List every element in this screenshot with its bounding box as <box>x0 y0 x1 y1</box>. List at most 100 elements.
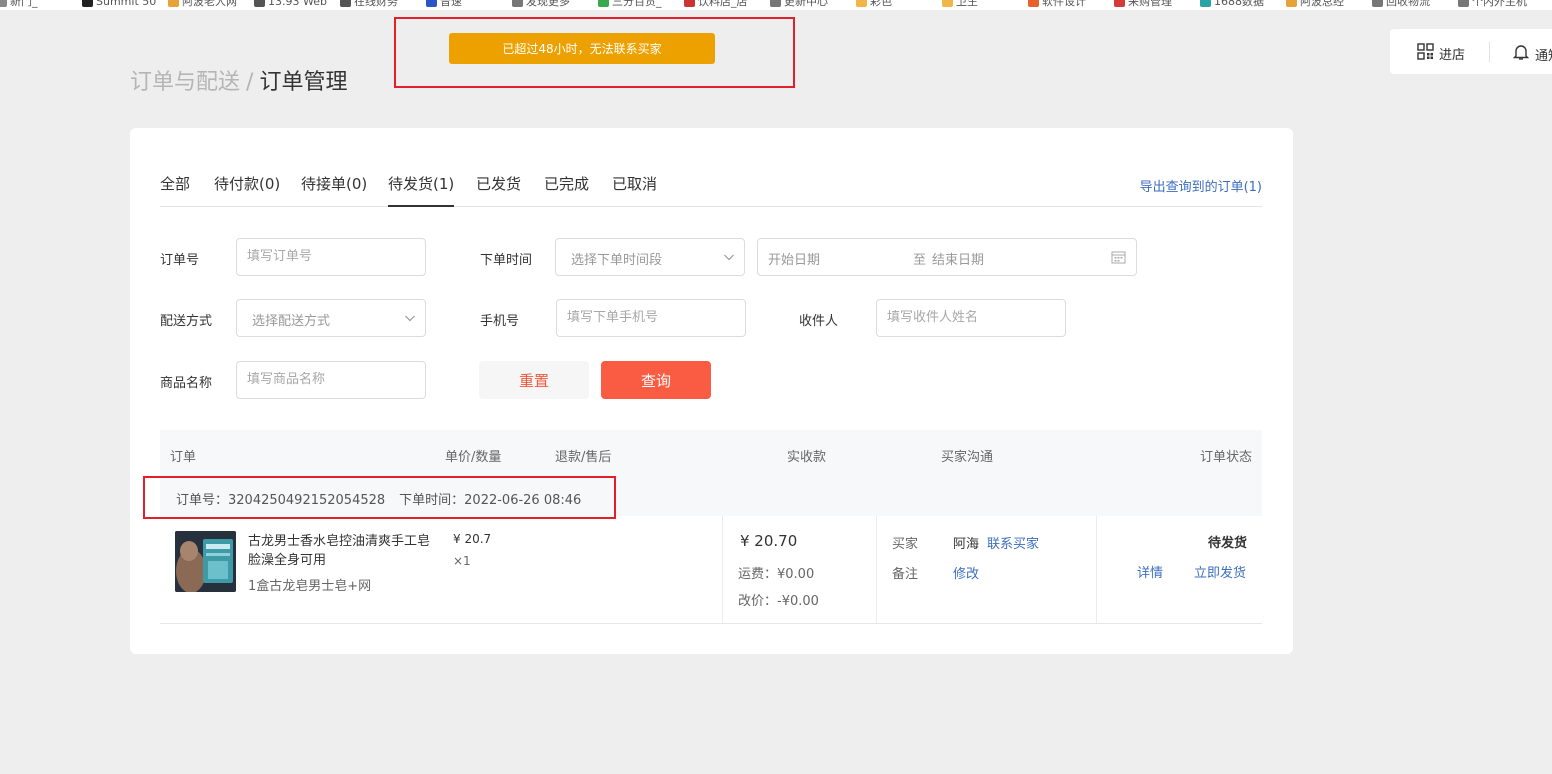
bookmark-item[interactable]: 饮料店_店 <box>684 0 748 8</box>
bookmark-label: 1688数据 <box>1214 0 1264 8</box>
bookmark-item[interactable]: 发现更多 <box>512 0 570 8</box>
date-start[interactable]: 开始日期 <box>768 249 820 268</box>
tab-pending-shipment[interactable]: 待发货(1) <box>388 173 455 207</box>
bookmark-favicon-icon <box>942 0 953 7</box>
tab-pending-payment[interactable]: 待付款(0) <box>214 173 280 194</box>
col-amount: 实收款 <box>787 450 827 465</box>
date-end[interactable]: 结束日期 <box>932 249 984 268</box>
edit-remark-link[interactable]: 修改 <box>953 563 979 582</box>
delivery-label: 配送方式 <box>160 314 213 329</box>
breadcrumb: 订单与配送 / 订单管理 <box>130 64 347 96</box>
bookmark-item[interactable]: 采购管理 <box>1114 0 1172 8</box>
bookmark-label: 三分百货_ <box>612 0 662 8</box>
calendar-icon <box>1111 250 1126 268</box>
tab-shipped[interactable]: 已发货 <box>476 173 521 194</box>
receiver-field[interactable] <box>876 299 1066 337</box>
ship-now-link[interactable]: 立即发货 <box>1194 562 1246 581</box>
bookmark-label: 在线财务 <box>354 0 398 8</box>
bookmark-item[interactable]: 软件设计 <box>1028 0 1086 8</box>
tab-all[interactable]: 全部 <box>160 173 190 194</box>
status-badge: 待发货 <box>1207 536 1247 551</box>
product-name-input[interactable] <box>247 372 399 387</box>
bookmark-label: Summit 50 <box>96 0 157 8</box>
bookmark-favicon-icon <box>770 0 781 7</box>
breadcrumb-separator: / <box>246 70 254 95</box>
bookmark-item[interactable]: 1688数据 <box>1200 0 1264 8</box>
tab-pending-accept[interactable]: 待接单(0) <box>301 173 367 194</box>
bookmark-item[interactable]: 卫生 <box>942 0 978 8</box>
bookmark-item[interactable]: 阿波总经 <box>1286 0 1344 8</box>
bookmark-favicon-icon <box>340 0 351 7</box>
bookmark-item[interactable]: 音速 <box>426 0 462 8</box>
bookmark-favicon-icon <box>1372 0 1383 7</box>
order-no-field[interactable] <box>236 238 426 276</box>
product-thumbnail[interactable] <box>175 531 236 592</box>
unit-price: ¥ 20.7 <box>453 532 492 546</box>
tab-cancelled[interactable]: 已取消 <box>612 173 657 194</box>
enter-store-button[interactable]: 进店 <box>1417 43 1465 64</box>
bookmark-label: 个内外主机 <box>1472 0 1527 8</box>
bookmark-label: 发现更多 <box>526 0 570 8</box>
bookmark-label: 音速 <box>440 0 462 8</box>
date-range-picker[interactable]: 开始日期 至 结束日期 <box>757 238 1137 276</box>
buyer-label: 买家 <box>892 537 919 552</box>
order-no-input[interactable] <box>247 249 399 264</box>
column-divider <box>1096 516 1097 623</box>
toast-message: 已超过48小时，无法联系买家 <box>449 33 715 64</box>
bookmark-item[interactable]: 更新中心 <box>770 0 828 8</box>
bookmark-item[interactable]: 个内外主机 <box>1458 0 1527 8</box>
bookmark-favicon-icon <box>82 0 93 7</box>
phone-field[interactable] <box>556 299 746 337</box>
date-range-separator: 至 <box>913 253 927 268</box>
orders-card: 全部 待付款(0) 待接单(0) 待发货(1) 已发货 已完成 已取消 导出查询… <box>130 128 1293 654</box>
column-divider <box>722 516 723 623</box>
phone-input[interactable] <box>567 310 719 325</box>
product-name-field[interactable] <box>236 361 426 399</box>
delivery-select[interactable]: 选择配送方式 <box>236 299 426 337</box>
buyer-name: 阿海 <box>953 537 980 552</box>
contact-buyer-link[interactable]: 联系买家 <box>987 533 1039 552</box>
bookmark-item[interactable]: 彩色 <box>856 0 892 8</box>
order-detail-link[interactable]: 详情 <box>1137 562 1163 581</box>
bookmark-label: 回收物流 <box>1386 0 1430 8</box>
bookmark-label: 饮料店_店 <box>698 0 748 8</box>
order-time-select[interactable]: 选择下单时间段 <box>555 238 745 276</box>
tab-completed[interactable]: 已完成 <box>544 173 589 194</box>
bookmark-favicon-icon <box>1200 0 1211 7</box>
bookmark-item[interactable]: 新门_ <box>0 0 38 8</box>
bookmark-favicon-icon <box>1286 0 1297 7</box>
shipping-fee: 运费：¥0.00 <box>738 567 815 582</box>
bookmark-item[interactable]: 13.93 Web <box>254 0 327 8</box>
search-button[interactable]: 查询 <box>601 361 711 399</box>
bookmark-favicon-icon <box>512 0 523 7</box>
receiver-input[interactable] <box>887 310 1039 325</box>
breadcrumb-parent[interactable]: 订单与配送 <box>130 70 240 95</box>
export-orders-link[interactable]: 导出查询到的订单(1) <box>1140 176 1262 195</box>
remark-label: 备注 <box>892 567 919 582</box>
order-status-tabs: 全部 待付款(0) 待接单(0) 待发货(1) 已发货 已完成 已取消 导出查询… <box>160 160 1262 207</box>
bookmark-item[interactable]: Summit 50 <box>82 0 156 8</box>
received-amount: ¥ 20.70 <box>740 532 798 550</box>
bookmark-item[interactable]: 在线财务 <box>340 0 398 8</box>
bookmark-favicon-icon <box>598 0 609 7</box>
col-buyer: 买家沟通 <box>941 450 994 465</box>
col-refund: 退款/售后 <box>555 450 612 465</box>
enter-store-label: 进店 <box>1439 48 1466 63</box>
notification-button[interactable]: 通知 <box>1512 43 1552 65</box>
bookmark-label: 更新中心 <box>784 0 828 8</box>
chevron-down-icon <box>723 251 735 267</box>
bookmarks-bar: 新门_ Summit 50 阿波老人网 13.93 Web 在线财务 音速 发现更多 三分百货… <box>0 0 1552 10</box>
bookmark-item[interactable]: 阿波老人网 <box>168 0 237 8</box>
bell-icon <box>1512 43 1530 65</box>
bookmark-favicon-icon <box>856 0 867 7</box>
tools-divider <box>1489 42 1490 62</box>
bookmark-item[interactable]: 回收物流 <box>1372 0 1430 8</box>
product-name[interactable]: 古龙男士香水皂控油清爽手工皂脸澡全身可用 <box>248 532 433 570</box>
bookmark-label: 卫生 <box>956 0 978 8</box>
receiver-label: 收件人 <box>799 314 839 329</box>
reset-button[interactable]: 重置 <box>479 361 589 399</box>
bookmark-item[interactable]: 三分百货_ <box>598 0 662 8</box>
col-price-qty: 单价/数量 <box>445 450 502 465</box>
notification-label: 通知 <box>1535 48 1552 64</box>
bookmark-label: 彩色 <box>870 0 892 8</box>
